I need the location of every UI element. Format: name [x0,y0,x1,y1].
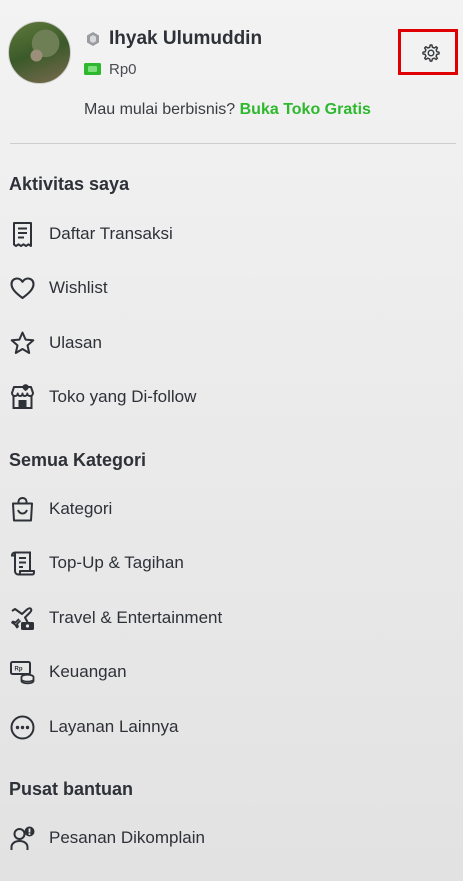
complaint-icon [10,826,35,850]
star-icon [10,331,35,354]
profile-header: Ihyak Ulumuddin Rp0 [0,0,463,100]
shopping-bag-icon [12,496,33,522]
open-store-promo: Mau mulai berbisnis? Buka Toko Gratis [84,101,371,119]
divider [10,143,456,144]
bill-icon [10,551,35,576]
wallet-icon [84,63,101,75]
menu-item-label: Wishlist [49,278,108,297]
section-title-categories: Semua Kategori [9,450,147,470]
menu-item-other-services[interactable]: Layanan Lainnya [0,707,463,747]
heart-icon [10,277,35,300]
store-icon [11,384,34,409]
menu-item-label: Travel & Entertainment [49,608,223,627]
menu-item-label: Pesanan Dikomplain [49,828,205,847]
menu-item-wishlist[interactable]: Wishlist [0,268,463,308]
promo-text: Mau mulai berbisnis? [84,101,240,118]
menu-item-categories[interactable]: Kategori [0,489,463,529]
gear-icon [422,44,440,62]
menu-item-complaints[interactable]: Pesanan Dikomplain [0,818,463,858]
menu-item-topup-bills[interactable]: Top-Up & Tagihan [0,543,463,583]
svg-text:Rp: Rp [15,667,23,673]
open-store-link[interactable]: Buka Toko Gratis [240,101,371,118]
membership-badge-icon [87,32,99,46]
section-title-help-center: Pusat bantuan [9,779,134,799]
receipt-icon [13,222,32,247]
menu-item-followed-stores[interactable]: Toko yang Di-follow [0,377,463,417]
menu-item-label: Kategori [49,499,113,518]
menu-item-label: Ulasan [49,333,102,352]
menu-item-label: Daftar Transaksi [49,224,173,243]
avatar[interactable] [8,21,71,84]
balance-amount[interactable]: Rp0 [109,61,137,78]
menu-item-label: Top-Up & Tagihan [49,553,184,572]
menu-item-travel-entertainment[interactable]: Travel & Entertainment [0,598,463,638]
money-icon: Rp [10,661,35,685]
menu-item-label: Layanan Lainnya [49,717,179,736]
menu-item-reviews[interactable]: Ulasan [0,323,463,363]
menu-item-finance[interactable]: Rp Keuangan [0,652,463,692]
menu-item-label: Toko yang Di-follow [49,387,197,406]
menu-item-label: Keuangan [49,662,127,681]
more-services-icon [10,715,35,740]
menu-item-transactions[interactable]: Daftar Transaksi [0,214,463,254]
user-name[interactable]: Ihyak Ulumuddin [109,28,262,50]
section-title-activity: Aktivitas saya [9,174,130,194]
settings-button[interactable] [398,29,458,75]
travel-icon [11,607,34,630]
